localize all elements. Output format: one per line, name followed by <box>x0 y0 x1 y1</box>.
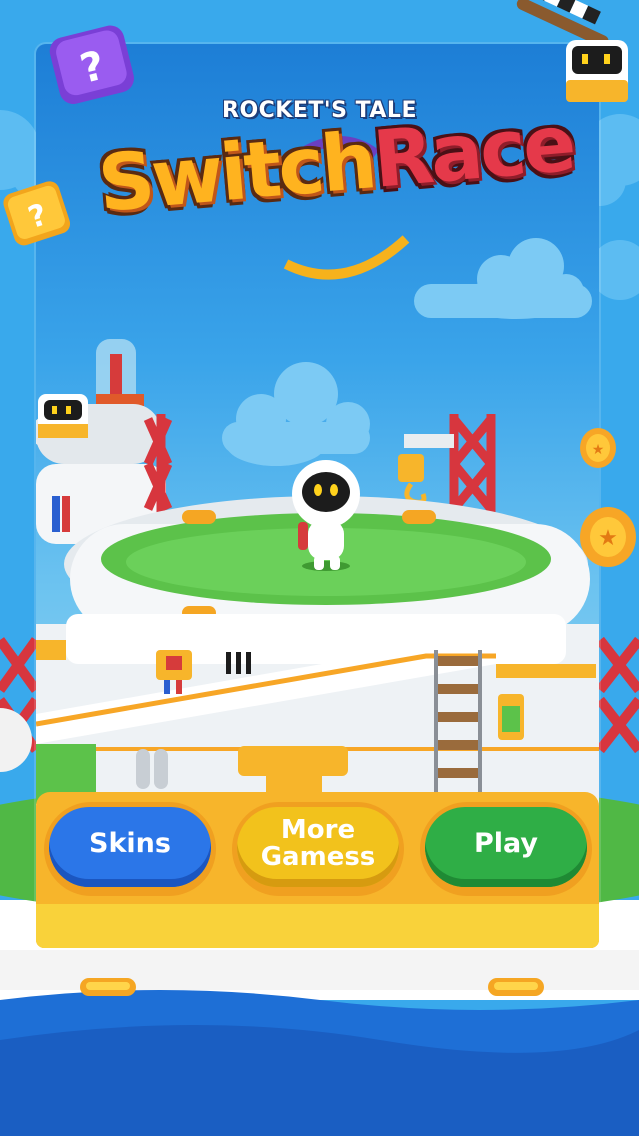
menu-panel: Skins More Gamess Play <box>36 792 599 948</box>
more-games-button-label: More Gamess <box>260 814 376 872</box>
svg-text:★: ★ <box>592 442 605 458</box>
more-games-button-shell: More Gamess <box>232 802 404 896</box>
play-button[interactable]: Play <box>425 807 587 887</box>
mystery-box-icon: ? <box>3 181 71 246</box>
skins-button-shell: Skins <box>44 802 216 896</box>
skins-button-label: Skins <box>89 827 171 859</box>
coin-icon: ★ <box>580 507 636 567</box>
svg-text:★: ★ <box>598 526 618 551</box>
mystery-box-icon: ? <box>49 25 134 104</box>
title-word-race: Race <box>369 98 577 206</box>
coin-icon: ★ <box>580 428 616 468</box>
play-button-shell: Play <box>420 802 592 896</box>
more-games-button[interactable]: More Gamess <box>237 807 399 887</box>
skins-button[interactable]: Skins <box>49 807 211 887</box>
panel-strip <box>36 904 599 948</box>
play-button-label: Play <box>473 827 539 859</box>
